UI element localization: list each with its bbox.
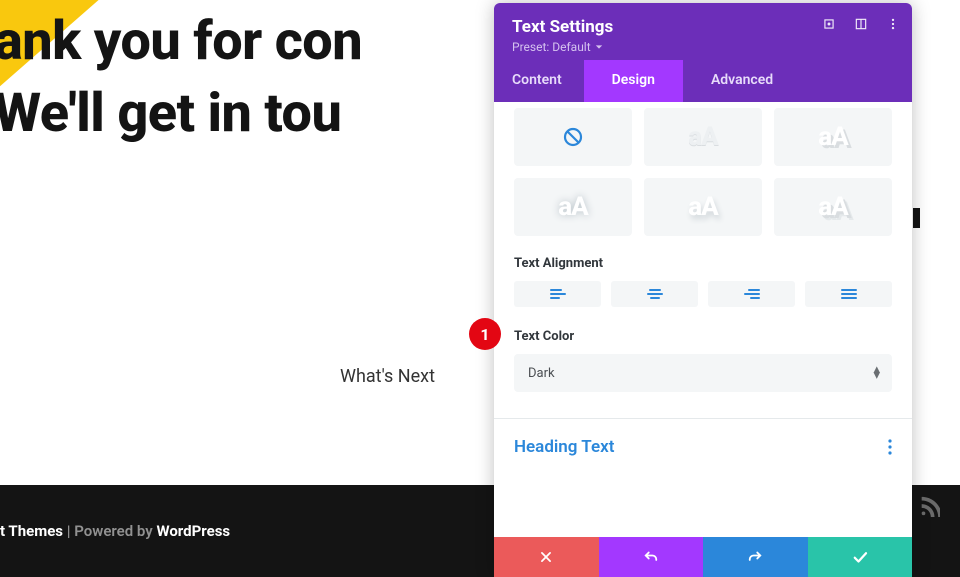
whats-next-label: What's Next xyxy=(340,366,435,387)
heading-text-title: Heading Text xyxy=(514,437,614,457)
aA-sample: aA xyxy=(688,192,717,222)
kebab-menu-icon[interactable] xyxy=(888,439,892,455)
panel-body[interactable]: aA aA aA aA aA Text Alignment Text Color xyxy=(494,102,912,537)
footer-brand: t Themes xyxy=(0,522,63,540)
annotation-badge-1: 1 xyxy=(469,318,501,350)
chevron-down-icon xyxy=(595,43,603,51)
panel-footer xyxy=(494,537,912,577)
text-color-label: Text Color xyxy=(514,329,892,344)
redo-icon xyxy=(746,548,764,566)
text-color-select[interactable]: Dark xyxy=(514,354,892,392)
shadow-style-4[interactable]: aA xyxy=(514,178,632,236)
tab-content[interactable]: Content xyxy=(494,60,584,102)
hero-line-2: We'll get in tou xyxy=(0,78,362,150)
text-color-value: Dark xyxy=(528,366,555,381)
align-right-icon xyxy=(744,288,760,300)
columns-icon[interactable] xyxy=(854,17,868,31)
align-left-button[interactable] xyxy=(514,281,601,307)
shadow-style-5[interactable]: aA xyxy=(644,178,762,236)
footer-sep: | Powered by xyxy=(63,522,156,540)
hero-heading: ank you for con We'll get in tou xyxy=(0,6,362,150)
tab-design[interactable]: Design xyxy=(584,60,683,102)
footer-wp-link[interactable]: WordPress xyxy=(156,522,230,540)
check-icon xyxy=(851,548,869,566)
align-justify-button[interactable] xyxy=(805,281,892,307)
undo-button[interactable] xyxy=(599,537,704,577)
aA-sample: aA xyxy=(688,122,717,152)
undo-icon xyxy=(642,548,660,566)
expand-icon[interactable] xyxy=(822,17,836,31)
preset-selector[interactable]: Preset: Default xyxy=(512,40,894,54)
aA-sample: aA xyxy=(818,192,847,222)
aA-sample: aA xyxy=(818,122,847,152)
close-button[interactable] xyxy=(494,537,599,577)
panel-header[interactable]: Text Settings Preset: Default xyxy=(494,3,912,60)
text-settings-panel: Text Settings Preset: Default Content De… xyxy=(494,3,912,577)
module-handle[interactable] xyxy=(913,208,920,228)
align-justify-icon xyxy=(841,288,857,300)
shadow-style-6[interactable]: aA xyxy=(774,178,892,236)
text-alignment-label: Text Alignment xyxy=(514,256,892,271)
align-left-icon xyxy=(550,288,566,300)
kebab-menu-icon[interactable] xyxy=(886,17,900,31)
align-right-button[interactable] xyxy=(708,281,795,307)
preset-label: Preset: Default xyxy=(512,40,591,54)
shadow-none[interactable] xyxy=(514,108,632,166)
text-color-select-wrap: Dark ▴▾ xyxy=(514,354,892,392)
redo-button[interactable] xyxy=(703,537,808,577)
shadow-style-3[interactable]: aA xyxy=(774,108,892,166)
no-symbol-icon xyxy=(561,125,585,149)
confirm-button[interactable] xyxy=(808,537,913,577)
shadow-style-2[interactable]: aA xyxy=(644,108,762,166)
aA-sample: aA xyxy=(558,192,587,222)
align-center-icon xyxy=(647,288,663,300)
tab-advanced[interactable]: Advanced xyxy=(683,60,801,102)
panel-tabs: Content Design Advanced xyxy=(494,60,912,102)
rss-icon[interactable] xyxy=(918,495,940,517)
text-alignment-row xyxy=(514,281,892,307)
text-shadow-grid: aA aA aA aA aA xyxy=(514,108,892,236)
align-center-button[interactable] xyxy=(611,281,698,307)
hero-line-1: ank you for con xyxy=(0,6,362,78)
close-icon xyxy=(539,550,553,564)
heading-text-section[interactable]: Heading Text xyxy=(514,419,892,469)
